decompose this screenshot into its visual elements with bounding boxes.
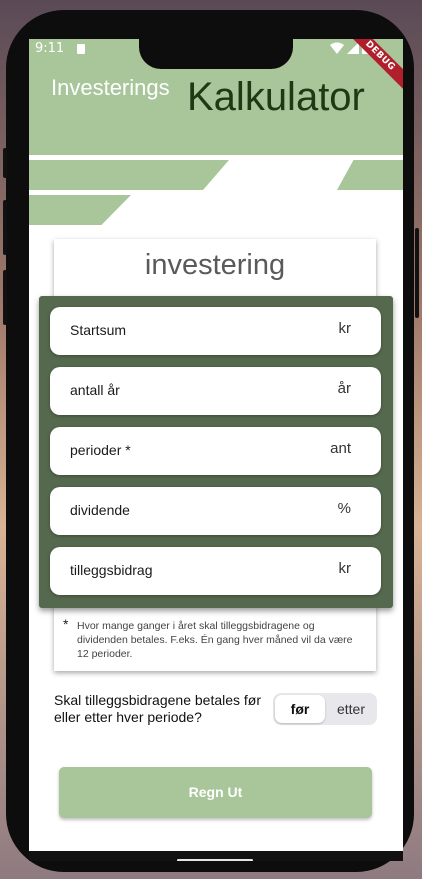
years-field[interactable]: antall år år xyxy=(50,367,381,415)
field-unit: år xyxy=(337,380,351,397)
app-title: Kalkulator xyxy=(187,75,365,119)
field-unit: ant xyxy=(330,440,351,457)
input-fields-panel: Startsum kr antall år år perioder * ant … xyxy=(39,296,393,608)
calculate-button[interactable]: Regn Ut xyxy=(59,767,372,818)
volume-button xyxy=(3,148,7,178)
volume-down-button xyxy=(3,270,7,325)
phone-frame: Investerings Kalkulator 9:11 DEBUG inves… xyxy=(6,10,414,872)
toggle-option-before[interactable]: før xyxy=(275,695,325,723)
toggle-option-after[interactable]: etter xyxy=(327,695,375,723)
periods-footnote: * Hvor mange ganger i året skal tilleggs… xyxy=(63,616,355,661)
camera-notch xyxy=(139,39,293,69)
sim-card-icon xyxy=(77,44,85,54)
field-label: Startsum xyxy=(70,322,127,338)
decorative-stripe-lower xyxy=(29,195,131,225)
timing-toggle[interactable]: før etter xyxy=(273,693,377,725)
app-screen: Investerings Kalkulator 9:11 DEBUG inves… xyxy=(29,39,403,861)
home-indicator[interactable] xyxy=(177,859,253,861)
timing-question: Skal tilleggsbidragene betales før eller… xyxy=(54,692,262,725)
app-title-prefix: Investerings xyxy=(51,75,170,100)
field-unit: kr xyxy=(338,320,352,337)
field-label: perioder * xyxy=(70,442,131,458)
field-unit: kr xyxy=(338,560,352,577)
contribution-field[interactable]: tilleggsbidrag kr xyxy=(50,547,381,595)
footnote-asterisk: * xyxy=(63,616,69,632)
field-label: tilleggsbidrag xyxy=(70,562,153,578)
power-button xyxy=(415,228,419,318)
footnote-text: Hvor mange ganger i året skal tilleggsbi… xyxy=(77,620,353,660)
dividend-field[interactable]: dividende % xyxy=(50,487,381,535)
wifi-icon xyxy=(330,42,344,54)
status-time: 9:11 xyxy=(35,41,65,56)
header-divider-stripe xyxy=(29,155,403,160)
startsum-field[interactable]: Startsum kr xyxy=(50,307,381,355)
field-label: dividende xyxy=(70,502,130,518)
card-title: investering xyxy=(144,249,286,281)
periods-field[interactable]: perioder * ant xyxy=(50,427,381,475)
field-label: antall år xyxy=(70,382,120,398)
field-unit: % xyxy=(337,500,351,517)
volume-up-button xyxy=(3,200,7,255)
decorative-stripe-right xyxy=(337,160,403,190)
decorative-stripe-left xyxy=(29,160,229,190)
